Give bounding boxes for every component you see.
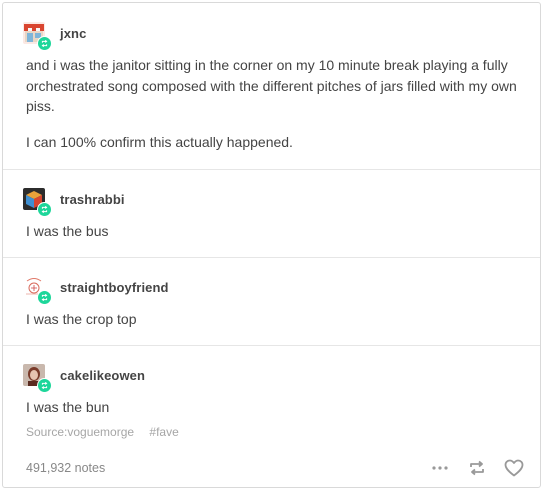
source-label: Source:	[26, 425, 68, 439]
notes-count[interactable]: 491,932 notes	[26, 461, 105, 475]
post-footer: 491,932 notes	[3, 454, 540, 488]
reblog-entry: straightboyfriend I was the crop top	[3, 258, 540, 346]
reblog-badge-icon	[37, 36, 52, 51]
username[interactable]: trashrabbi	[60, 192, 125, 207]
reblog-header: jxnc	[23, 22, 86, 51]
tag-link[interactable]: #fave	[149, 425, 178, 439]
reblog-header: trashrabbi	[23, 188, 125, 217]
username[interactable]: cakelikeowen	[60, 368, 145, 383]
reblog-header: cakelikeowen	[23, 364, 145, 393]
heart-icon[interactable]	[504, 458, 524, 478]
paragraph: I was the crop top	[26, 311, 137, 327]
paragraph: and i was the janitor sitting in the cor…	[26, 57, 517, 114]
reblog-badge-icon	[37, 290, 52, 305]
reblog-text: and i was the janitor sitting in the cor…	[26, 55, 521, 152]
source-link[interactable]: Source:voguemorge	[26, 425, 134, 439]
reblog-text: I was the crop top	[26, 309, 521, 330]
reblog-entry: jxnc and i was the janitor sitting in th…	[3, 3, 540, 170]
post-actions	[413, 458, 524, 478]
post-card: jxnc and i was the janitor sitting in th…	[2, 2, 541, 488]
avatar[interactable]	[23, 364, 52, 393]
reblog-text: I was the bun	[26, 397, 521, 418]
post-source-tags: Source:voguemorge #fave	[26, 425, 191, 439]
avatar[interactable]	[23, 188, 52, 217]
reblog-header: straightboyfriend	[23, 276, 169, 305]
reblog-entry: cakelikeowen I was the bun Source:voguem…	[3, 346, 540, 441]
paragraph: I can 100% confirm this actually happene…	[26, 133, 293, 150]
username[interactable]: straightboyfriend	[60, 280, 169, 295]
reblog-badge-icon	[37, 202, 52, 217]
reblog-entry: trashrabbi I was the bus	[3, 170, 540, 258]
avatar[interactable]	[23, 276, 52, 305]
reblog-icon[interactable]	[467, 458, 487, 478]
reblog-badge-icon	[37, 378, 52, 393]
avatar[interactable]	[23, 22, 52, 51]
reblog-text: I was the bus	[26, 221, 521, 242]
source-name: voguemorge	[67, 425, 135, 439]
paragraph: I was the bun	[26, 399, 110, 415]
username[interactable]: jxnc	[60, 26, 86, 41]
more-dots-icon[interactable]	[430, 458, 450, 478]
paragraph: I was the bus	[26, 223, 109, 239]
